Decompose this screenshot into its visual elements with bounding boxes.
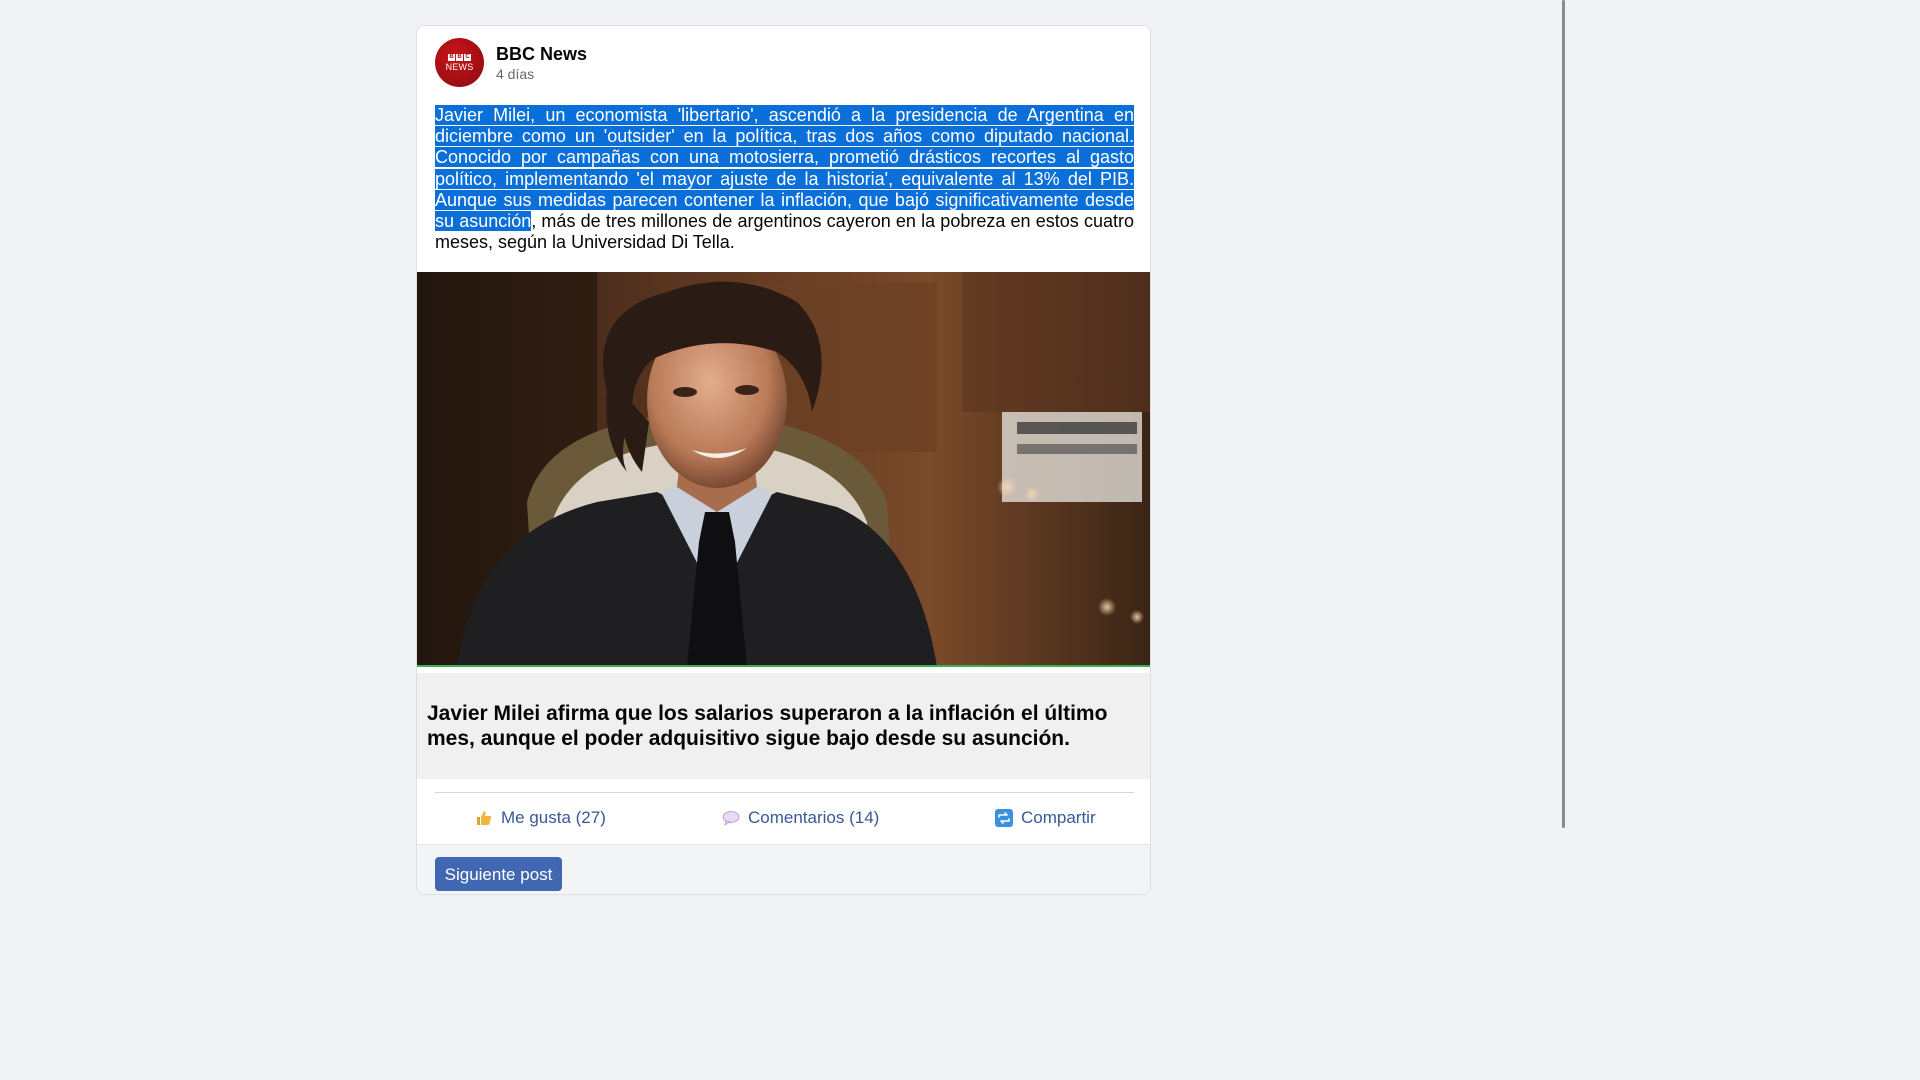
unselected-text: , más de tres millones de argentinos cay…	[435, 211, 1134, 253]
page: B B C NEWS BBC News 4 días Javier Milei,…	[0, 0, 1568, 895]
comment-button[interactable]: Comentarios (14)	[722, 806, 879, 830]
thumbs-up-icon	[475, 809, 493, 827]
bbc-logo-letter: C	[464, 53, 471, 61]
bbc-logo-letter: B	[456, 53, 463, 61]
bbc-logo-word: NEWS	[445, 61, 474, 72]
post-card: B B C NEWS BBC News 4 días Javier Milei,…	[416, 25, 1151, 895]
like-button[interactable]: Me gusta (27)	[475, 806, 606, 830]
action-bar: Me gusta (27) Comentarios (14) Compartir	[417, 794, 1150, 842]
author-name[interactable]: BBC News	[496, 44, 587, 65]
like-label: Me gusta (27)	[501, 808, 606, 827]
post-photo-illustration	[417, 272, 1150, 665]
avatar[interactable]: B B C NEWS	[435, 38, 484, 87]
post-timestamp[interactable]: 4 días	[496, 66, 534, 82]
link-title[interactable]: Javier Milei afirma que los salarios sup…	[427, 701, 1147, 751]
link-preview[interactable]: Javier Milei afirma que los salarios sup…	[417, 673, 1150, 779]
action-divider	[435, 792, 1134, 793]
bbc-logo-blocks: B B C	[448, 53, 471, 61]
share-button[interactable]: Compartir	[995, 806, 1096, 830]
bbc-logo-letter: B	[448, 53, 455, 61]
next-post-button[interactable]: Siguiente post	[435, 857, 562, 891]
speech-bubble-icon	[722, 809, 740, 827]
post-text: Javier Milei, un economista 'libertario'…	[435, 105, 1134, 253]
share-label: Compartir	[1021, 808, 1096, 827]
scrollbar[interactable]	[1559, 0, 1568, 882]
repost-icon	[995, 809, 1013, 827]
post-photo[interactable]	[417, 272, 1150, 667]
post-footer: Siguiente post	[417, 844, 1150, 894]
scrollbar-thumb[interactable]	[1562, 0, 1565, 828]
comment-label: Comentarios (14)	[748, 808, 880, 827]
